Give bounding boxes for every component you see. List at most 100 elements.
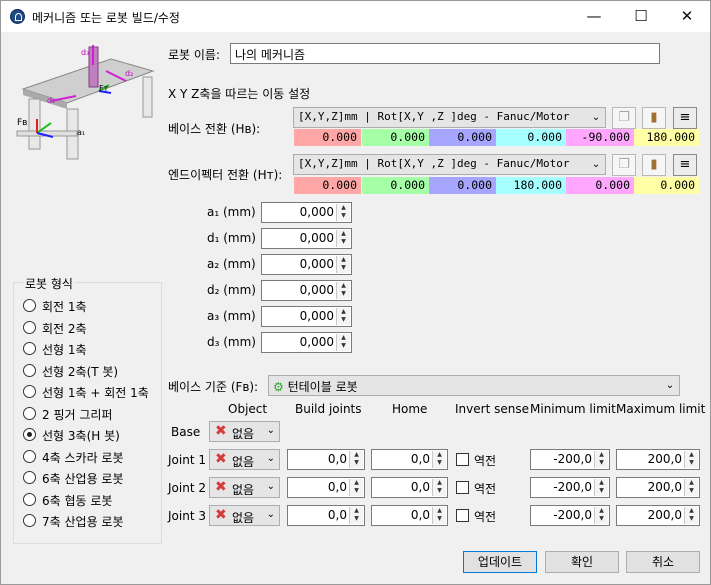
joint-object-select[interactable]: ✖ 없음 ⌄	[209, 477, 280, 498]
spinner-icon[interactable]: ▲ ▼	[336, 308, 350, 325]
spinner-icon[interactable]: ▲ ▼	[336, 282, 350, 299]
base_transform-value-cell[interactable]: 0.000	[362, 129, 429, 146]
joint-max-spinbox[interactable]: 200,0 ▲ ▼	[616, 505, 700, 526]
cancel-button[interactable]: 취소	[626, 551, 700, 573]
d2-label: d₂	[125, 69, 133, 78]
copy-icon[interactable]: ❐	[612, 154, 636, 176]
tool_transform-value-cell[interactable]: 0.000	[294, 177, 361, 194]
paste-icon[interactable]: ▮	[642, 154, 666, 176]
param-spinbox[interactable]: 0,000 ▲ ▼	[261, 332, 352, 353]
robot-type-option[interactable]: 회전 2축	[23, 320, 158, 336]
menu-icon[interactable]: ≡	[673, 154, 697, 176]
xyz-settings-label: X Y Z축을 따르는 이동 설정	[168, 87, 311, 101]
joint-home-spinbox[interactable]: 0,0 ▲ ▼	[371, 449, 448, 470]
joint-home-spinbox[interactable]: 0,0 ▲ ▼	[371, 477, 448, 498]
robot-name-input[interactable]: 나의 메커니즘	[230, 43, 660, 64]
base-object-select[interactable]: ✖ 없음 ⌄	[209, 421, 280, 442]
tool_transform-value-cell[interactable]: 0.000	[362, 177, 429, 194]
spinner-icon[interactable]: ▲ ▼	[432, 479, 446, 496]
param-label: a₁ (mm)	[207, 205, 256, 219]
spinner-icon[interactable]: ▲ ▼	[684, 451, 698, 468]
paste-icon[interactable]: ▮	[642, 107, 666, 129]
param-spinbox[interactable]: 0,000 ▲ ▼	[261, 306, 352, 327]
tool_transform-value-cell[interactable]: 0.000	[566, 177, 634, 194]
robot-type-option[interactable]: 선형 1축 + 회전 1축	[23, 384, 158, 400]
robot-type-option[interactable]: 회전 1축	[23, 298, 158, 314]
joint-build-spinbox[interactable]: 0,0 ▲ ▼	[287, 449, 365, 470]
param-label: d₂ (mm)	[207, 283, 256, 297]
maximize-button[interactable]: ☐	[618, 1, 664, 32]
col-home: Home	[392, 402, 428, 416]
spinner-icon[interactable]: ▲ ▼	[336, 334, 350, 351]
invert-checkbox[interactable]	[456, 509, 469, 522]
spinner-icon[interactable]: ▲ ▼	[432, 507, 446, 524]
tool_transform-value-cell[interactable]: 180.000	[496, 177, 566, 194]
param-value: 0,000	[299, 335, 334, 349]
base-transform-format-select[interactable]: [X,Y,Z]mm | Rot[X,Y ,Z ]deg - Fanuc/Moto…	[293, 107, 606, 128]
base_transform-value-cell[interactable]: -90.000	[566, 129, 634, 146]
joint-min-value: -200,0	[553, 452, 592, 466]
radio-icon	[23, 320, 36, 334]
menu-icon[interactable]: ≡	[673, 107, 697, 129]
spinner-icon[interactable]: ▲ ▼	[684, 507, 698, 524]
param-spinbox[interactable]: 0,000 ▲ ▼	[261, 254, 352, 275]
param-label: d₁ (mm)	[207, 231, 256, 245]
spinner-icon[interactable]: ▲ ▼	[594, 507, 608, 524]
col-invert-sense: Invert sense	[455, 402, 529, 416]
tool_transform-value-cell[interactable]: 0.000	[634, 177, 699, 194]
spinner-icon[interactable]: ▲ ▼	[336, 256, 350, 273]
invert-checkbox[interactable]	[456, 481, 469, 494]
spinner-icon[interactable]: ▲ ▼	[349, 451, 363, 468]
tool-transform-format-select[interactable]: [X,Y,Z]mm | Rot[X,Y ,Z ]deg - Fanuc/Moto…	[293, 154, 606, 175]
param-spinbox[interactable]: 0,000 ▲ ▼	[261, 202, 352, 223]
joint-max-spinbox[interactable]: 200,0 ▲ ▼	[616, 449, 700, 470]
param-value: 0,000	[299, 231, 334, 245]
robot-type-option[interactable]: 7축 산업용 로봇	[23, 513, 158, 529]
copy-icon[interactable]: ❐	[612, 107, 636, 129]
joint-build-spinbox[interactable]: 0,0 ▲ ▼	[287, 505, 365, 526]
robot-type-option-label: 7축 산업용 로봇	[42, 515, 124, 529]
joint-object-select[interactable]: ✖ 없음 ⌄	[209, 505, 280, 526]
base_transform-value-cell[interactable]: 0.000	[429, 129, 496, 146]
spinner-icon[interactable]: ▲ ▼	[336, 230, 350, 247]
ok-button[interactable]: 확인	[545, 551, 619, 573]
robot-type-option[interactable]: 2 핑거 그리퍼	[23, 406, 158, 422]
robot-type-option[interactable]: 6축 협동 로봇	[23, 492, 158, 508]
robot-type-option[interactable]: 선형 2축(T 봇)	[23, 363, 158, 379]
param-spinbox[interactable]: 0,000 ▲ ▼	[261, 228, 352, 249]
joint-home-value: 0,0	[410, 452, 430, 466]
spinner-icon[interactable]: ▲ ▼	[336, 204, 350, 221]
base_transform-value-cell[interactable]: 0.000	[496, 129, 566, 146]
base-ref-value: 턴테이블 로봇	[287, 380, 358, 394]
robot-type-option[interactable]: 선형 3축(H 봇)	[23, 427, 158, 443]
minimize-button[interactable]: —	[571, 1, 617, 32]
close-button[interactable]: ✕	[664, 1, 710, 32]
base_transform-value-cell[interactable]: 180.000	[634, 129, 699, 146]
spinner-icon[interactable]: ▲ ▼	[594, 479, 608, 496]
joint-max-spinbox[interactable]: 200,0 ▲ ▼	[616, 477, 700, 498]
joint-min-spinbox[interactable]: -200,0 ▲ ▼	[530, 477, 610, 498]
joint-build-spinbox[interactable]: 0,0 ▲ ▼	[287, 477, 365, 498]
tool_transform-value-cell[interactable]: 0.000	[429, 177, 496, 194]
joint-min-spinbox[interactable]: -200,0 ▲ ▼	[530, 505, 610, 526]
a1-label: a₁	[77, 128, 85, 137]
base-ref-select[interactable]: ⚙ 턴테이블 로봇 ⌄	[268, 375, 680, 396]
joint-object-select[interactable]: ✖ 없음 ⌄	[209, 449, 280, 470]
ft-label: Fᴛ	[99, 84, 109, 93]
update-button[interactable]: 업데이트	[463, 551, 537, 573]
spinner-icon[interactable]: ▲ ▼	[349, 507, 363, 524]
robot-type-option[interactable]: 선형 1축	[23, 341, 158, 357]
spinner-icon[interactable]: ▲ ▼	[684, 479, 698, 496]
spinner-icon[interactable]: ▲ ▼	[349, 479, 363, 496]
dialog-window: 메커니즘 또는 로봇 빌드/수정 — ☐ ✕ d₁ d₂ d₃ a₁ Fᴛ Fʙ…	[0, 0, 711, 585]
chevron-down-icon: ⌄	[266, 425, 275, 436]
joint-home-spinbox[interactable]: 0,0 ▲ ▼	[371, 505, 448, 526]
invert-checkbox[interactable]	[456, 453, 469, 466]
param-spinbox[interactable]: 0,000 ▲ ▼	[261, 280, 352, 301]
joint-min-spinbox[interactable]: -200,0 ▲ ▼	[530, 449, 610, 470]
robot-type-option[interactable]: 6축 산업용 로봇	[23, 470, 158, 486]
base_transform-value-cell[interactable]: 0.000	[294, 129, 361, 146]
robot-type-option[interactable]: 4축 스카라 로봇	[23, 449, 158, 465]
spinner-icon[interactable]: ▲ ▼	[594, 451, 608, 468]
spinner-icon[interactable]: ▲ ▼	[432, 451, 446, 468]
